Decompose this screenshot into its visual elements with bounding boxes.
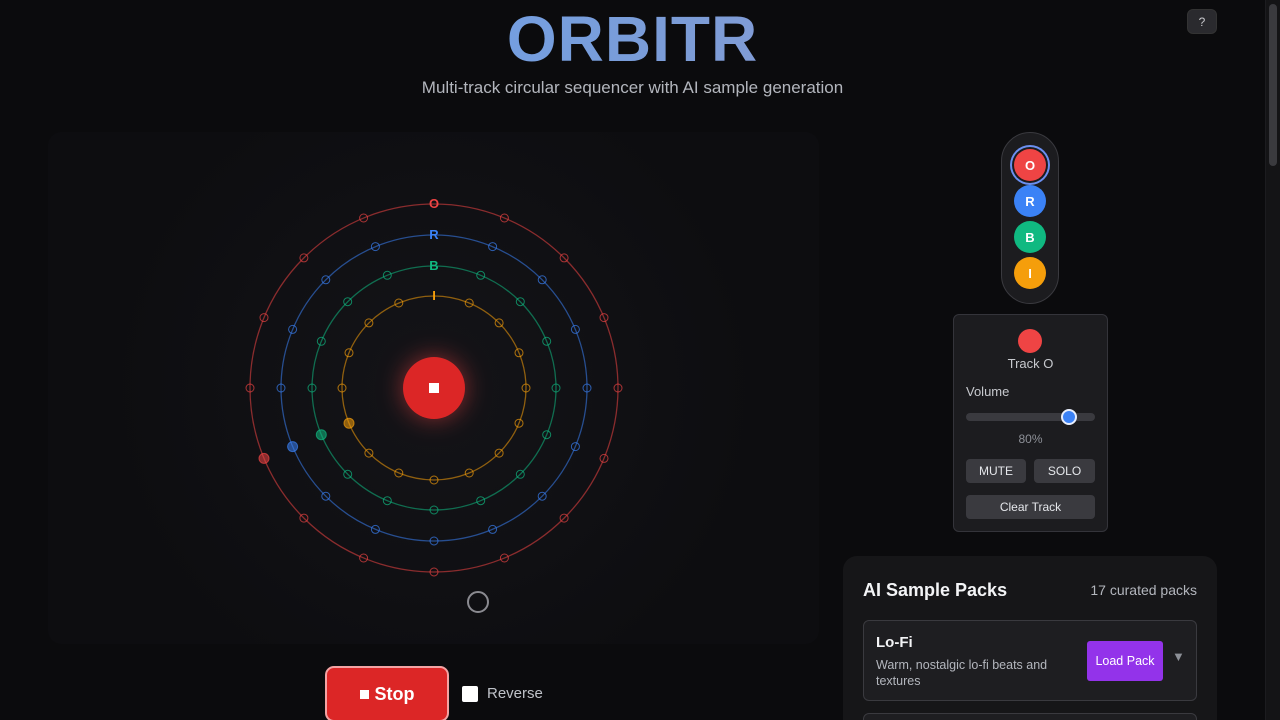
- clear-track-button[interactable]: Clear Track: [966, 495, 1095, 519]
- chevron-down-icon[interactable]: ▼: [1172, 649, 1185, 664]
- step-node[interactable]: [287, 441, 299, 453]
- track-name: Track O: [1007, 356, 1054, 371]
- track-button-b[interactable]: B: [1014, 221, 1046, 253]
- track-ring-label: I: [432, 288, 436, 303]
- load-pack-button[interactable]: Load Pack: [1087, 641, 1163, 681]
- track-button-i[interactable]: I: [1014, 257, 1046, 289]
- pack-name: Lo-Fi: [876, 634, 913, 651]
- pack-card[interactable]: Lo-Fi Warm, nostalgic lo-fi beats and te…: [863, 620, 1197, 701]
- step-node[interactable]: [315, 429, 327, 441]
- reverse-label: Reverse: [487, 685, 543, 702]
- solo-button[interactable]: SOLO: [1034, 459, 1095, 483]
- loading-spinner-icon: [467, 591, 489, 613]
- volume-value: 80%: [1018, 432, 1043, 446]
- center-stop-button[interactable]: [403, 357, 465, 419]
- pack-description: Warm, nostalgic lo-fi beats and textures: [876, 658, 1048, 688]
- sample-packs-panel: AI Sample Packs 17 curated packs Lo-Fi W…: [843, 556, 1217, 720]
- step-node[interactable]: [343, 417, 355, 429]
- stop-icon: [359, 689, 369, 699]
- step-node[interactable]: [258, 452, 270, 464]
- track-button-o[interactable]: O: [1014, 149, 1046, 181]
- track-settings-panel: Track O Volume 80% MUTE SOLO Clear Track: [953, 314, 1108, 532]
- packs-count: 17 curated packs: [1090, 582, 1197, 598]
- stop-label: Stop: [374, 683, 415, 704]
- track-button-r[interactable]: R: [1014, 185, 1046, 217]
- track-selector: O R B I: [1001, 132, 1059, 304]
- stop-button[interactable]: Stop: [325, 666, 449, 720]
- track-color-dot: [1018, 329, 1042, 353]
- reverse-checkbox[interactable]: [462, 685, 478, 702]
- track-ring-label: O: [429, 196, 439, 211]
- track-ring-label: B: [429, 258, 438, 273]
- pack-card[interactable]: [863, 713, 1197, 720]
- volume-slider-thumb[interactable]: [1061, 409, 1078, 425]
- track-ring-label: R: [429, 227, 439, 242]
- mute-button[interactable]: MUTE: [966, 459, 1026, 483]
- stop-square-icon: [429, 383, 439, 393]
- volume-label: Volume: [966, 384, 1010, 399]
- reverse-toggle[interactable]: Reverse: [462, 685, 543, 702]
- volume-slider[interactable]: [966, 409, 1095, 425]
- packs-title: AI Sample Packs: [863, 580, 1008, 600]
